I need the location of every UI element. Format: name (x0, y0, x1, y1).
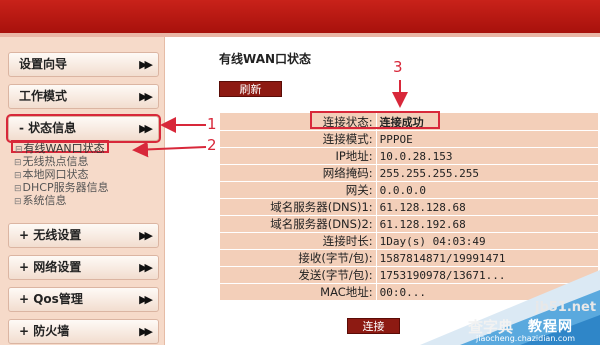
annotation-number-2: 2 (207, 136, 217, 154)
arrow-2 (132, 141, 207, 158)
annotation-number-3: 3 (393, 58, 403, 76)
annotation-number-1: 1 (207, 115, 217, 133)
watermark-url: jiaocheng.chazidian.com (476, 334, 576, 343)
watermark-site: jb51.net (535, 300, 597, 315)
watermark-brand-2: 教程网 (528, 319, 573, 335)
router-admin-page: 设置向导 ▶▶ 工作模式 ▶▶ - 状态信息 ▶▶ ⊟有线WAN口状态 ⊟无线热… (0, 0, 600, 345)
